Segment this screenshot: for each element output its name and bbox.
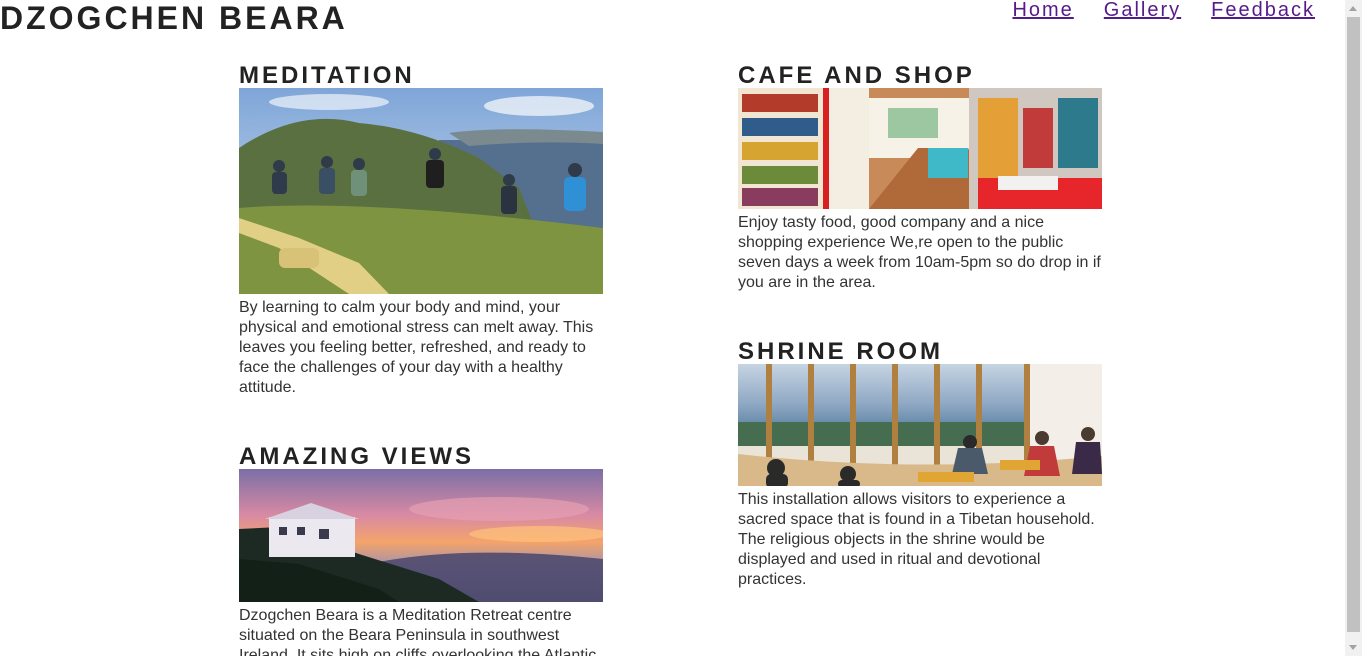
meditation-photo [239,88,603,294]
site-title: DZOGCHEN BEARA [0,0,348,36]
section-title-cafe-and-shop: CAFE AND SHOP [738,62,975,89]
nav-link-gallery[interactable]: Gallery [1104,0,1181,23]
page: DZOGCHEN BEARA Home Gallery Feedback MED… [0,0,1345,656]
nav-link-home[interactable]: Home [1012,0,1073,23]
section-text-shrine-room: This installation allows visitors to exp… [738,491,1095,588]
scroll-down-arrow-icon[interactable] [1349,645,1357,650]
section-amazing-views: AMAZING VIEWS Dzogchen Beara is a Medita… [239,445,603,656]
scrollbar-thumb[interactable] [1347,17,1360,632]
scroll-up-arrow-icon[interactable] [1349,6,1357,11]
amazing-views-photo [239,469,603,602]
shrine-room-photo [738,364,1102,486]
vertical-scrollbar[interactable] [1345,0,1362,656]
section-title-amazing-views: AMAZING VIEWS [239,443,474,470]
main-nav: Home Gallery Feedback [1012,0,1315,23]
section-title-shrine-room: SHRINE ROOM [738,338,944,365]
section-text-meditation: By learning to calm your body and mind, … [239,299,594,396]
nav-link-feedback[interactable]: Feedback [1211,0,1315,23]
section-meditation: MEDITATION By learning to calm your body… [239,64,603,398]
section-shrine-room: SHRINE ROOM This installation allows vis… [738,340,1102,590]
section-text-amazing-views: Dzogchen Beara is a Meditation Retreat c… [239,607,597,656]
cafe-shop-photo [738,88,1102,209]
section-title-meditation: MEDITATION [239,62,415,89]
section-text-cafe-and-shop: Enjoy tasty food, good company and a nic… [738,214,1101,291]
section-cafe-and-shop: CAFE AND SHOP Enjoy tasty food, good com… [738,64,1102,293]
